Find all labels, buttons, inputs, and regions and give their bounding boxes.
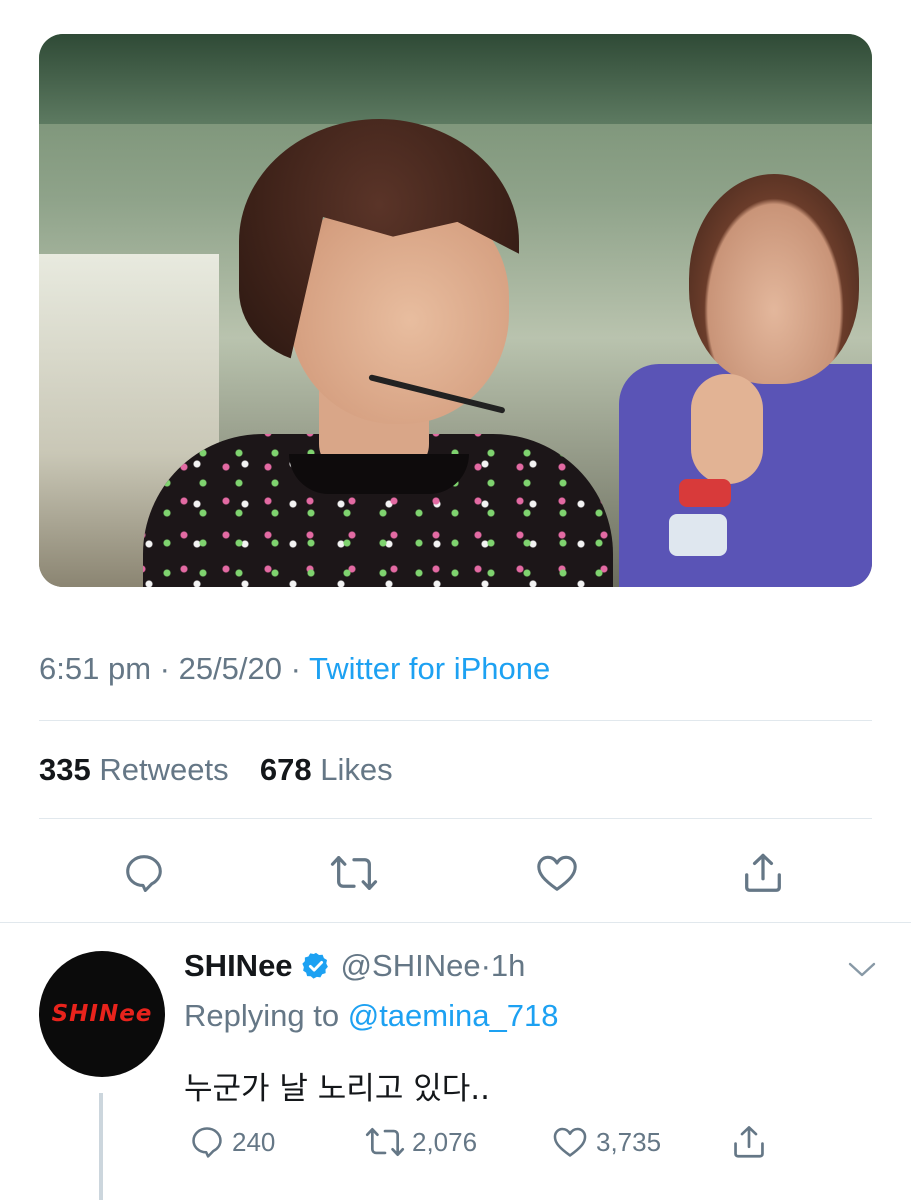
reply-like-button[interactable]: 3,735 (550, 1120, 661, 1164)
reply-share-button[interactable] (730, 1120, 774, 1164)
retweets-label: Retweets (99, 752, 229, 787)
replying-to-label: Replying to (184, 998, 340, 1033)
reply-text: 누군가 날 노리고 있다.. (184, 1071, 490, 1107)
retweets-link[interactable]: 335 Retweets (39, 752, 237, 787)
likes-label: Likes (320, 752, 393, 787)
divider (39, 720, 872, 721)
retweet-button[interactable] (326, 845, 382, 901)
reply-icon (126, 855, 162, 892)
verified-badge-icon (301, 952, 328, 979)
heart-icon (537, 855, 577, 891)
photo-person-right-head (689, 174, 859, 384)
reply-reply-button[interactable]: 240 (188, 1120, 275, 1164)
tweet-date: 25/5/20 (178, 651, 283, 686)
avatar[interactable]: SHINee (39, 951, 165, 1077)
share-icon (734, 1126, 764, 1158)
reply-timestamp: 1h (490, 948, 526, 983)
thread-connector-line (99, 1093, 103, 1200)
reply-header: SHINee @SHINee · 1h (184, 948, 525, 984)
reply-display-name[interactable]: SHINee (184, 948, 293, 984)
photo-wristband-red (679, 479, 731, 507)
photo-ceiling (39, 34, 872, 124)
shinee-logo: SHINee (51, 1001, 153, 1027)
like-count: 3,735 (596, 1126, 662, 1157)
reply-handle[interactable]: @SHINee (341, 948, 481, 984)
tweet-time: 6:51 pm (39, 651, 152, 686)
reply-retweet-button[interactable]: 2,076 (364, 1120, 477, 1164)
reply-count: 240 (232, 1126, 276, 1157)
photo-person-right-hand (691, 374, 763, 484)
tweet-stats: 335 Retweets 678 Likes (39, 752, 393, 788)
replying-to-line: Replying to @taemina_718 (184, 998, 558, 1034)
tweet-meta: 6:51 pm · 25/5/20 · Twitter for iPhone (39, 651, 550, 687)
tweet-source-link[interactable]: Twitter for iPhone (309, 651, 550, 686)
retweet-icon (330, 856, 378, 890)
retweets-count: 335 (39, 752, 91, 787)
heart-icon (553, 1127, 587, 1157)
share-button[interactable] (735, 845, 791, 901)
tweet-photo[interactable] (39, 34, 872, 587)
photo-person-left-collar (289, 454, 469, 494)
like-button[interactable] (529, 845, 585, 901)
replying-to-mention[interactable]: @taemina_718 (348, 998, 559, 1033)
reply-separator: · (480, 948, 491, 983)
reply-action-bar: 240 2,076 3,735 (184, 1120, 884, 1164)
retweet-icon (365, 1127, 405, 1157)
tweet-action-bar (0, 845, 911, 901)
likes-count: 678 (259, 752, 312, 787)
chevron-down-icon[interactable] (846, 956, 878, 984)
share-icon (745, 853, 781, 892)
photo-wristband-white (669, 514, 727, 556)
reply-button[interactable] (116, 845, 172, 901)
meta-separator: · (290, 651, 310, 686)
divider (0, 922, 911, 923)
likes-link[interactable]: 678 Likes (260, 752, 393, 787)
divider (39, 818, 872, 819)
meta-separator: · (159, 651, 179, 686)
reply-icon (192, 1127, 222, 1158)
retweet-count: 2,076 (412, 1126, 478, 1157)
